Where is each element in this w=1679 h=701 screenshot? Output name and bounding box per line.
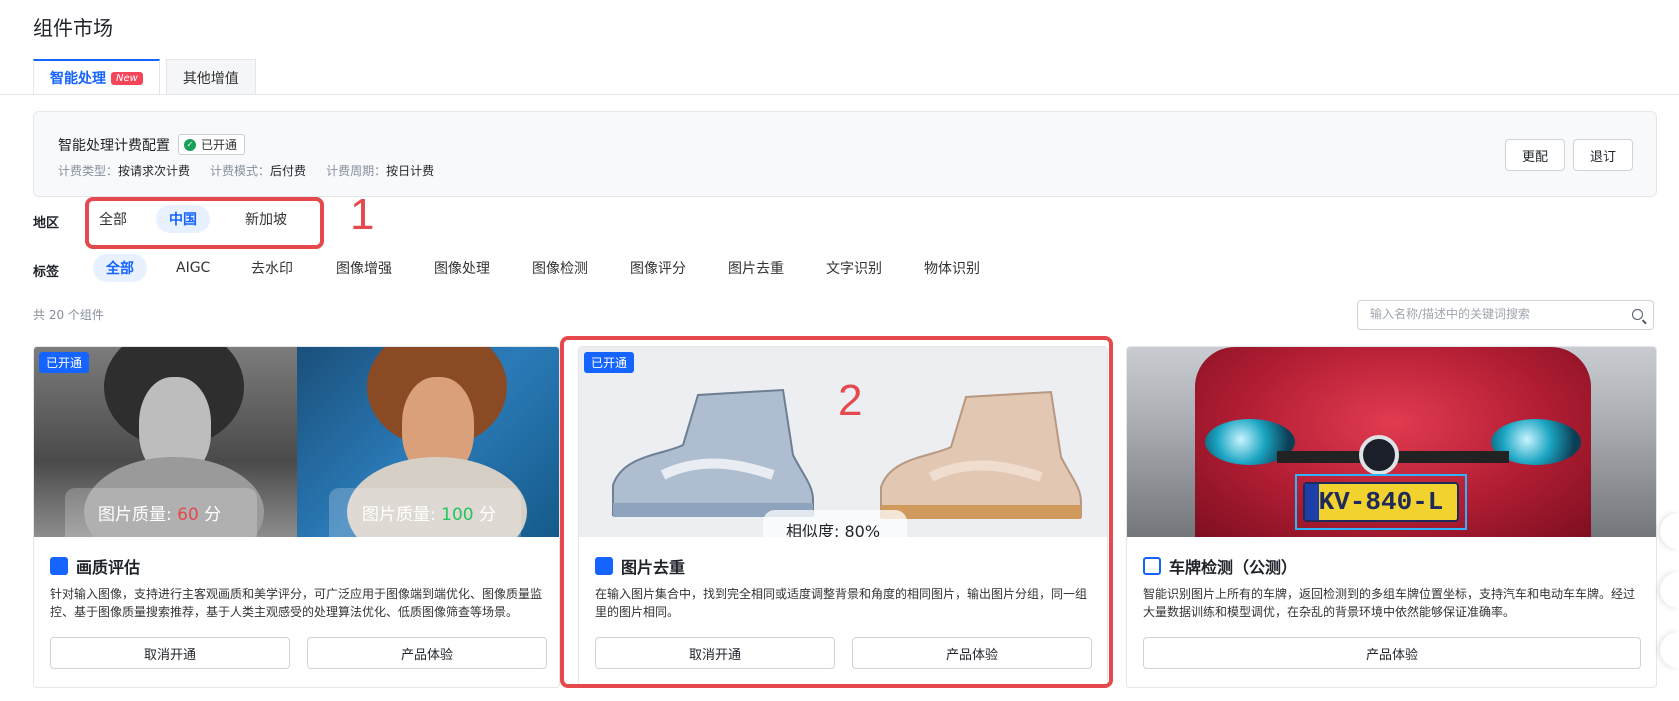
tab-other-value-added[interactable]: 其他增值 [165,59,256,95]
tab-label: 其他增值 [182,70,239,87]
quality-suffix: 分 [198,505,222,525]
annotation-number-1: 1 [350,190,375,239]
card-title-text: 车牌检测（公测） [1169,558,1298,577]
region-label: 地区 [33,216,60,231]
billing-config-panel: 智能处理计费配置 ✓ 已开通 计费类型：按请求次计费 计费模式：后付费 计费周期… [33,111,1657,197]
tag-chip-image-detect[interactable]: 图像检测 [519,254,601,282]
billing-mode: 计费模式：后付费 [210,162,306,179]
search-box[interactable] [1357,300,1654,330]
status-text: 已开通 [201,138,238,152]
license-plate-icon [1143,557,1161,575]
change-config-button[interactable]: 更配 [1505,139,1565,171]
new-badge: New [111,71,143,85]
tag-chip-image-score[interactable]: 图像评分 [617,254,699,282]
check-circle-icon: ✓ [184,138,196,151]
billing-title: 智能处理计费配置 ✓ 已开通 [58,134,246,155]
search-input[interactable] [1370,307,1620,321]
tag-chip-dedup[interactable]: 图片去重 [715,254,797,282]
car-logo [1359,435,1399,475]
image-quality-icon [50,557,68,575]
assistant-widget[interactable] [1660,513,1679,549]
tag-label: 标签 [33,265,60,280]
annotation-box-2 [560,336,1113,688]
card-title-text: 画质评估 [76,558,141,577]
meta-value: 按日计费 [386,164,435,178]
cancel-activation-button[interactable]: 取消开通 [50,637,290,669]
plate-country-strip [1305,484,1319,520]
product-trial-button[interactable]: 产品体验 [1143,637,1641,669]
search-icon[interactable] [1632,309,1643,320]
unsubscribe-button[interactable]: 退订 [1573,139,1633,171]
opened-badge: 已开通 [584,352,635,373]
card-image: 图片质量: 60 分 图片质量: 100 分 已开通 [34,347,559,537]
quality-label-right: 图片质量: 100 分 [362,500,496,525]
tag-chip-watermark-removal[interactable]: 去水印 [238,254,306,282]
card-title: 画质评估 [50,554,140,578]
billing-title-text: 智能处理计费配置 [58,137,170,154]
meta-value: 后付费 [270,164,307,178]
tag-chip-image-enhance[interactable]: 图像增强 [323,254,405,282]
status-badge: ✓ 已开通 [178,134,246,155]
meta-key: 计费类型： [58,164,119,178]
component-count: 共 20 个组件 [33,308,104,322]
tabs-divider [0,94,1679,95]
quality-label-left: 图片质量: 60 分 [98,500,221,525]
quality-suffix: 分 [473,505,496,525]
card-title: 车牌检测（公测） [1143,554,1297,578]
meta-value: 按请求次计费 [118,164,191,178]
opened-badge: 已开通 [39,352,90,373]
support-widget[interactable] [1660,572,1679,608]
license-plate: KV-840-L [1303,482,1459,522]
product-trial-button[interactable]: 产品体验 [307,637,547,669]
tag-chip-object-recognition[interactable]: 物体识别 [911,254,993,282]
page-title: 组件市场 [33,16,113,40]
component-card-plate-detection: KV-840-L 车牌检测（公测） 智能识别图片上所有的车牌，返回检测到的多组车… [1126,346,1657,688]
card-image: KV-840-L [1127,347,1656,537]
annotation-box-1 [85,197,324,249]
quality-score-low: 60 [177,505,199,525]
quality-prefix: 图片质量: [98,505,178,525]
tag-chip-aigc[interactable]: AIGC [163,254,223,282]
component-market-page: 组件市场 智能处理 New 其他增值 智能处理计费配置 ✓ 已开通 计费类型：按… [0,0,1679,701]
component-card-quality-assessment: 图片质量: 60 分 图片质量: 100 分 已开通 画质评估 针对输入图像，支… [33,346,560,688]
billing-meta: 计费类型：按请求次计费 计费模式：后付费 计费周期：按日计费 [58,162,434,179]
docs-widget[interactable] [1660,632,1679,668]
tab-intelligent-processing[interactable]: 智能处理 New [33,59,160,95]
card-description: 智能识别图片上所有的车牌，返回检测到的多组车牌位置坐标，支持汽车和电动车车牌。经… [1143,587,1636,619]
quality-prefix: 图片质量: [362,505,442,525]
billing-type: 计费类型：按请求次计费 [58,162,190,179]
meta-key: 计费周期： [326,164,387,178]
tag-chip-ocr[interactable]: 文字识别 [813,254,895,282]
meta-key: 计费模式： [210,164,271,178]
tab-label: 智能处理 [50,71,106,87]
annotation-number-2: 2 [838,376,863,425]
card-description: 针对输入图像，支持进行主客观画质和美学评分，可广泛应用于图像端到端优化、图像质量… [50,587,543,619]
tag-chip-image-process[interactable]: 图像处理 [421,254,503,282]
billing-cycle: 计费周期：按日计费 [326,162,434,179]
tab-bar: 智能处理 New 其他增值 [33,59,262,95]
tag-chip-all[interactable]: 全部 [93,254,147,282]
quality-score-high: 100 [441,505,474,525]
